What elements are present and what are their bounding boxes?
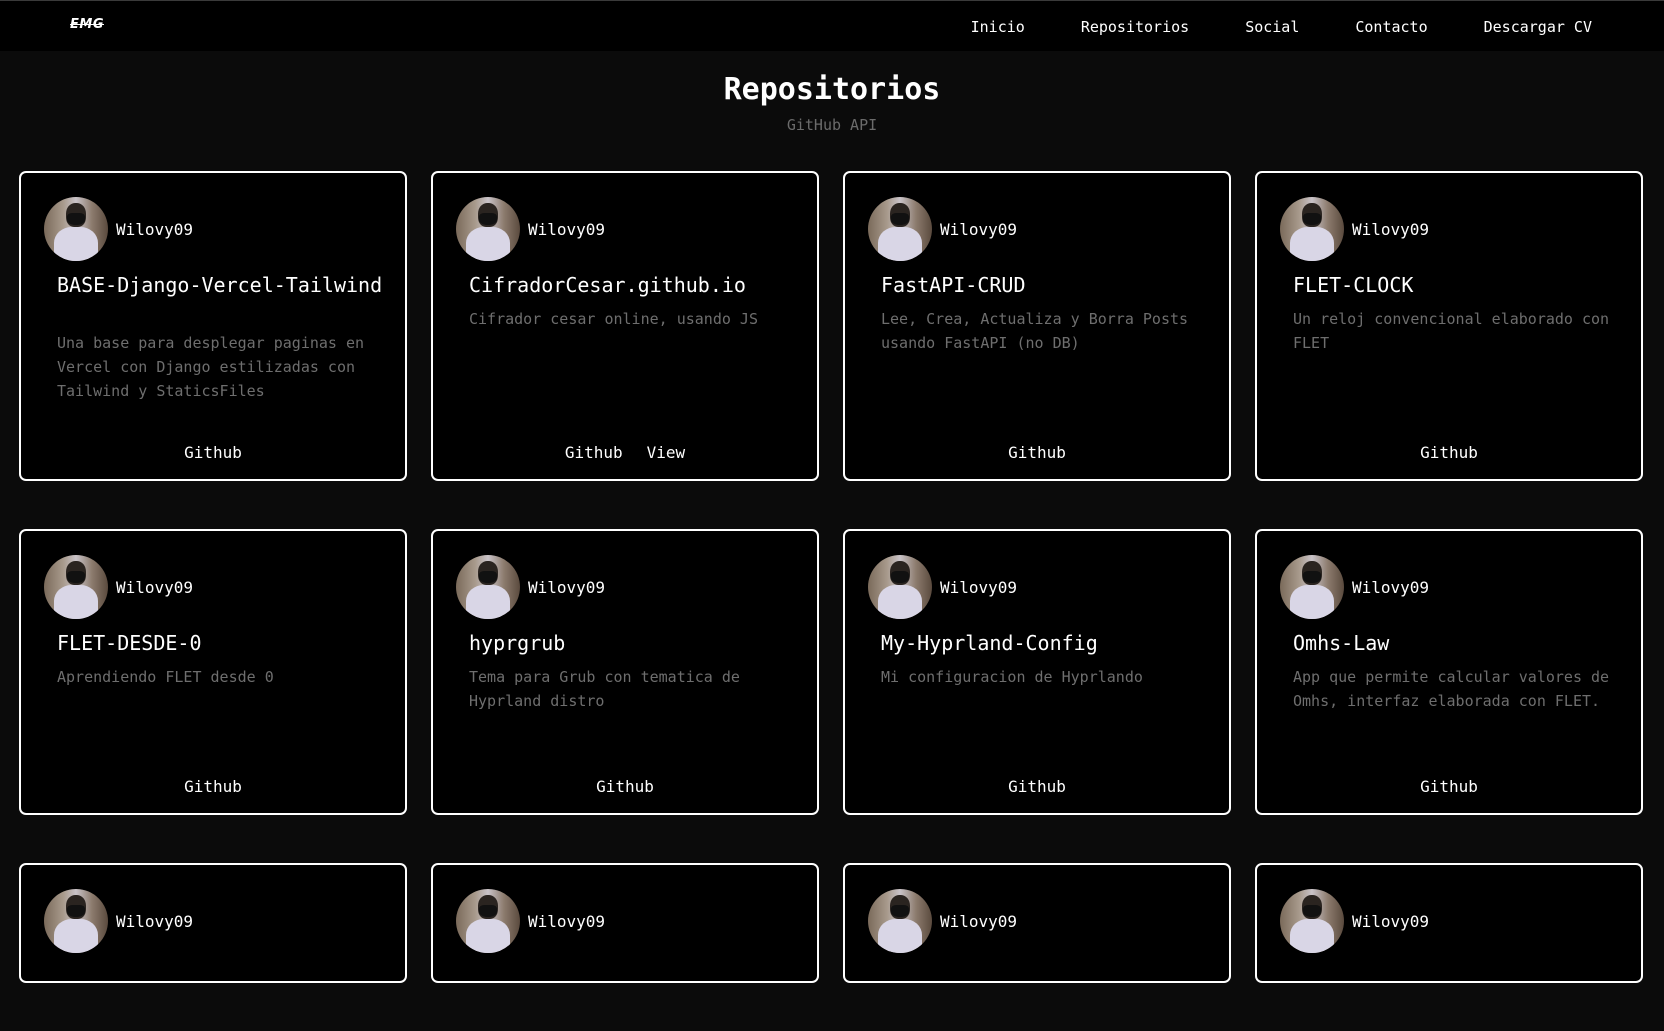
repo-description: Una base para desplegar paginas en Verce… [57,334,365,400]
repo-card: Wilovy09 FLET-DESDE-0 Aprendiendo FLET des… [19,529,407,815]
github-link[interactable]: Github [184,777,242,796]
repo-description: Cifrador cesar online, usando JS [469,310,758,328]
repo-owner: Wilovy09 [456,197,605,261]
repo-links: Github [845,443,1229,462]
avatar [44,197,108,261]
owner-name: Wilovy09 [1352,577,1430,597]
repo-links: Github [433,777,817,796]
github-link[interactable]: Github [1420,443,1478,462]
repo-name: FastAPI-CRUD [881,273,1026,297]
repo-links: Github [845,777,1229,796]
repo-owner: Wilovy09 [456,555,605,619]
nav-link-social[interactable]: Social [1245,18,1299,36]
repo-description: Tema para Grub con tematica de Hyprland … [469,668,740,710]
github-link[interactable]: Github [184,443,242,462]
page-subtitle: GitHub API [786,116,878,134]
owner-name: Wilovy09 [116,911,194,931]
repo-name: FLET-DESDE-0 [57,631,202,655]
repo-description: Aprendiendo FLET desde 0 [57,668,274,686]
repo-grid: Wilovy09 BASE-Django-Vercel-Tailwind Una b… [19,171,1643,1031]
avatar [456,889,520,953]
repo-card: Wilovy09 [431,863,819,983]
nav-link-descargar-cv[interactable]: Descargar CV [1484,18,1592,36]
view-link[interactable]: View [647,443,686,462]
github-link[interactable]: Github [1420,777,1478,796]
repo-owner: Wilovy09 [1280,889,1429,953]
nav-links: Inicio Repositorios Social Contacto Desc… [915,18,1592,36]
owner-name: Wilovy09 [116,219,194,239]
repo-name: hyprgrub [469,631,566,655]
repo-card: Wilovy09 [843,863,1231,983]
nav-link-repositorios[interactable]: Repositorios [1081,18,1189,36]
repo-links: Github [21,443,405,462]
repo-card: Wilovy09 CifradorCesar.github.io Cifrador … [431,171,819,481]
repo-name: BASE-Django-Vercel-Tailwind [57,273,383,297]
avatar [868,889,932,953]
nav-link-inicio[interactable]: Inicio [971,18,1025,36]
repo-card: Wilovy09 [1255,863,1643,983]
owner-name: Wilovy09 [116,577,194,597]
github-link[interactable]: Github [1008,777,1066,796]
repo-owner: Wilovy09 [868,197,1017,261]
repo-description: Un reloj convencional elaborado con FLET [1293,310,1610,352]
repo-links: Github [21,777,405,796]
repo-owner: Wilovy09 [44,555,193,619]
github-link[interactable]: Github [565,443,623,462]
repo-description: Mi configuracion de Hyprlando [881,668,1143,686]
avatar [44,555,108,619]
owner-name: Wilovy09 [940,219,1018,239]
repo-card: Wilovy09 hyprgrub Tema para Grub con temat… [431,529,819,815]
avatar [868,555,932,619]
repo-owner: Wilovy09 [1280,197,1429,261]
repo-owner: Wilovy09 [868,889,1017,953]
repo-links: Github [1257,777,1641,796]
avatar [1280,889,1344,953]
repo-name: My-Hyprland-Config [881,631,1098,655]
owner-name: Wilovy09 [528,911,606,931]
repo-owner: Wilovy09 [456,889,605,953]
repo-card: Wilovy09 FLET-CLOCK Un reloj convencional … [1255,171,1643,481]
owner-name: Wilovy09 [528,577,606,597]
repo-links: Github [1257,443,1641,462]
avatar [868,197,932,261]
repo-name: CifradorCesar.github.io [469,273,746,297]
repo-owner: Wilovy09 [868,555,1017,619]
owner-name: Wilovy09 [940,911,1018,931]
github-link[interactable]: Github [596,777,654,796]
owner-name: Wilovy09 [528,219,606,239]
owner-name: Wilovy09 [940,577,1018,597]
repo-card: Wilovy09 FastAPI-CRUD Lee, Crea, Actualiza… [843,171,1231,481]
repo-card: Wilovy09 BASE-Django-Vercel-Tailwind Una b… [19,171,407,481]
repo-card: Wilovy09 [19,863,407,983]
repo-owner: Wilovy09 [44,889,193,953]
avatar [456,555,520,619]
avatar [1280,555,1344,619]
repo-links: Github View [433,443,817,462]
repo-owner: Wilovy09 [1280,555,1429,619]
site-logo[interactable]: EMG [70,17,104,32]
repo-description: Lee, Crea, Actualiza y Borra Posts usand… [881,310,1189,352]
repo-description: App que permite calcular valores de Omhs… [1293,668,1610,710]
repo-card: Wilovy09 Omhs-Law App que permite calcular… [1255,529,1643,815]
navbar: EMG Inicio Repositorios Social Contacto … [0,0,1664,51]
avatar [44,889,108,953]
avatar [456,197,520,261]
repo-owner: Wilovy09 [44,197,193,261]
page-title: Repositorios [723,72,941,107]
owner-name: Wilovy09 [1352,219,1430,239]
avatar [1280,197,1344,261]
github-link[interactable]: Github [1008,443,1066,462]
repo-name: Omhs-Law [1293,631,1390,655]
repo-card: Wilovy09 My-Hyprland-Config Mi configuraci… [843,529,1231,815]
owner-name: Wilovy09 [1352,911,1430,931]
repo-name: FLET-CLOCK [1293,273,1414,297]
nav-link-contacto[interactable]: Contacto [1355,18,1427,36]
